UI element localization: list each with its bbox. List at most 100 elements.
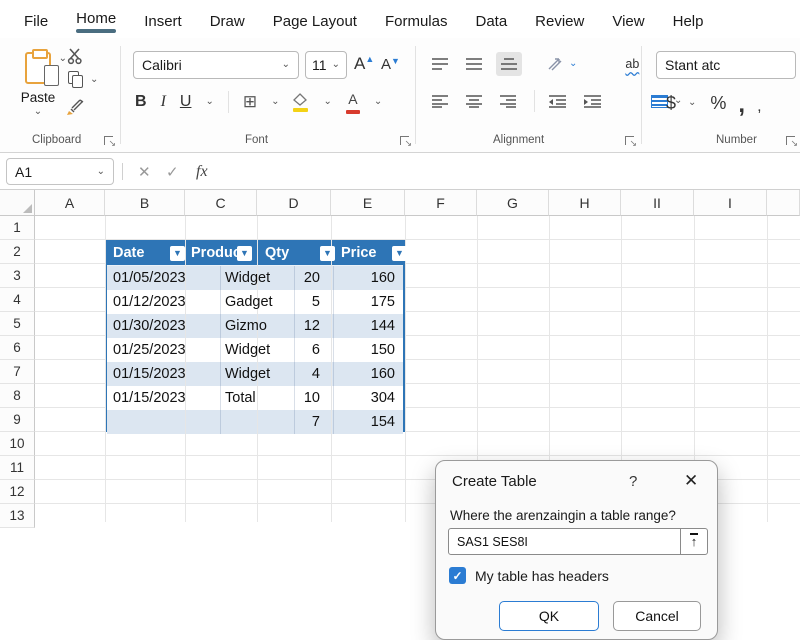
clipboard-dialog-launcher[interactable] — [104, 136, 116, 149]
row-header-13[interactable]: 13 — [0, 504, 35, 528]
row-header-2[interactable]: 2 — [0, 240, 35, 264]
row-header-8[interactable]: 8 — [0, 384, 35, 408]
column-header-E[interactable]: E — [331, 190, 405, 216]
collapse-dialog-button[interactable]: ↑ — [680, 529, 707, 554]
column-header-B[interactable]: B — [105, 190, 185, 216]
column-header-partial[interactable] — [767, 190, 800, 216]
tab-insert[interactable]: Insert — [130, 7, 196, 32]
align-center-button[interactable] — [462, 91, 486, 111]
cut-button[interactable] — [66, 46, 86, 66]
number-format-select[interactable]: Stant atc — [656, 51, 796, 79]
tab-draw[interactable]: Draw — [196, 7, 259, 32]
tab-page-layout[interactable]: Page Layout — [259, 7, 371, 32]
copy-button[interactable]: ⌄ — [68, 71, 98, 88]
chevron-down-icon[interactable]: ⌄ — [271, 97, 279, 107]
column-header-II[interactable]: II — [621, 190, 694, 216]
font-color-button[interactable]: A — [345, 91, 360, 114]
column-header-G[interactable]: G — [477, 190, 549, 216]
tab-formulas[interactable]: Formulas — [371, 7, 462, 32]
table-row[interactable]: 01/15/2023 Widget 4 160 — [107, 362, 403, 386]
underline-button[interactable]: U — [180, 93, 192, 111]
filter-button-price[interactable]: ▼ — [392, 246, 407, 261]
tab-file[interactable]: File — [10, 7, 62, 32]
select-all-button[interactable] — [0, 190, 35, 216]
close-icon[interactable]: ✕ — [684, 471, 698, 491]
column-header-A[interactable]: A — [35, 190, 105, 216]
ok-button[interactable]: QK — [499, 601, 599, 631]
font-name-select[interactable]: Calibri ⌄ — [133, 51, 299, 79]
tab-home[interactable]: Home — [62, 4, 130, 35]
row-header-4[interactable]: 4 — [0, 288, 35, 312]
row-header-12[interactable]: 12 — [0, 480, 35, 504]
table-row[interactable]: 01/12/2023 Gadget 5 175 — [107, 290, 403, 314]
increase-font-button[interactable]: A▲ — [354, 54, 374, 74]
table-row[interactable]: 01/05/2023 Widget 20 160 — [107, 266, 403, 290]
range-input[interactable]: SAS1 SES8I ↑ — [448, 528, 708, 555]
row-header-6[interactable]: 6 — [0, 336, 35, 360]
row-header-3[interactable]: 3 — [0, 264, 35, 288]
format-painter-button[interactable] — [66, 96, 88, 116]
tab-review[interactable]: Review — [521, 7, 598, 32]
checkbox-checked-icon[interactable]: ✓ — [449, 567, 466, 584]
italic-button[interactable]: I — [161, 93, 166, 111]
row-header-10[interactable]: 10 — [0, 432, 35, 456]
increase-indent-button[interactable] — [580, 91, 605, 111]
orientation-button[interactable]: ⌄ — [546, 55, 577, 73]
decrease-font-button[interactable]: A▼ — [381, 56, 400, 73]
excel-table[interactable]: Date ▼ Produc ▼ Qty ▼ Price ▼ 01/05/2023 Widget 2… — [105, 240, 407, 434]
alignment-dialog-launcher[interactable] — [625, 136, 637, 149]
align-right-button[interactable] — [496, 91, 520, 111]
column-headers: A B C D E F G H II I — [35, 190, 800, 216]
chevron-down-icon[interactable]: ⌄ — [688, 98, 696, 108]
number-dialog-launcher[interactable] — [786, 136, 798, 149]
table-row[interactable]: 01/30/2023 Gizmo 12 144 — [107, 314, 403, 338]
row-header-9[interactable]: 9 — [0, 408, 35, 432]
filter-button-produc[interactable]: ▼ — [237, 246, 252, 261]
row-header-5[interactable]: 5 — [0, 312, 35, 336]
paste-button[interactable]: ⌄ Paste ⌄ — [16, 48, 67, 117]
headers-checkbox-row[interactable]: ✓ My table has headers — [449, 567, 609, 584]
name-box[interactable]: A1 ⌄ — [6, 158, 114, 185]
column-header-I[interactable]: I — [694, 190, 767, 216]
column-header-C[interactable]: C — [185, 190, 257, 216]
chevron-down-icon[interactable]: ⌄ — [374, 97, 382, 107]
cancel-button[interactable]: ✕ — [138, 158, 151, 185]
spreadsheet-grid[interactable]: A B C D E F G H II I 1 2 3 4 5 6 7 8 9 10 11 12 13 Date ▼ Produ… — [0, 190, 800, 640]
tab-data[interactable]: Data — [461, 7, 521, 32]
percent-button[interactable]: % — [710, 93, 726, 114]
chevron-down-icon[interactable]: ⌄ — [323, 97, 331, 107]
comma-style-button[interactable]: , — [738, 93, 745, 117]
bold-button[interactable]: B — [135, 93, 147, 111]
row-header-1[interactable]: 1 — [0, 216, 35, 240]
font-size-select[interactable]: 11 ⌄ — [305, 51, 347, 79]
comma-small-button[interactable]: , — [757, 99, 761, 115]
row-header-7[interactable]: 7 — [0, 360, 35, 384]
insert-function-button[interactable]: fx — [196, 158, 208, 185]
table-row[interactable]: 7 154 — [107, 410, 403, 434]
table-row[interactable]: 01/25/2023 Widget 6 150 — [107, 338, 403, 362]
tab-view[interactable]: View — [598, 7, 658, 32]
decrease-indent-button[interactable] — [545, 91, 570, 111]
fill-color-button[interactable] — [293, 92, 309, 112]
align-left-button[interactable] — [428, 91, 452, 111]
filter-button-date[interactable]: ▼ — [170, 246, 185, 261]
align-top-button[interactable] — [428, 54, 452, 74]
help-button[interactable]: ? — [629, 473, 637, 490]
column-header-D[interactable]: D — [257, 190, 331, 216]
row-header-11[interactable]: 11 — [0, 456, 35, 480]
font-dialog-launcher[interactable] — [400, 136, 412, 149]
tab-help[interactable]: Help — [659, 7, 718, 32]
cancel-button[interactable]: Cancel — [613, 601, 701, 631]
filter-button-qty[interactable]: ▼ — [320, 246, 335, 261]
align-middle-button[interactable] — [462, 54, 486, 74]
table-row[interactable]: 01/15/2023 Total 10 304 — [107, 386, 403, 410]
currency-button[interactable]: $ — [666, 93, 676, 114]
column-header-F[interactable]: F — [405, 190, 477, 216]
formula-input[interactable] — [222, 158, 796, 185]
align-bottom-button[interactable] — [496, 52, 522, 76]
wrap-text-button[interactable]: ab — [625, 57, 639, 71]
borders-button[interactable]: ⊞ — [243, 92, 257, 112]
enter-button[interactable]: ✓ — [166, 158, 179, 185]
chevron-down-icon[interactable]: ⌄ — [205, 97, 213, 107]
column-header-H[interactable]: H — [549, 190, 621, 216]
